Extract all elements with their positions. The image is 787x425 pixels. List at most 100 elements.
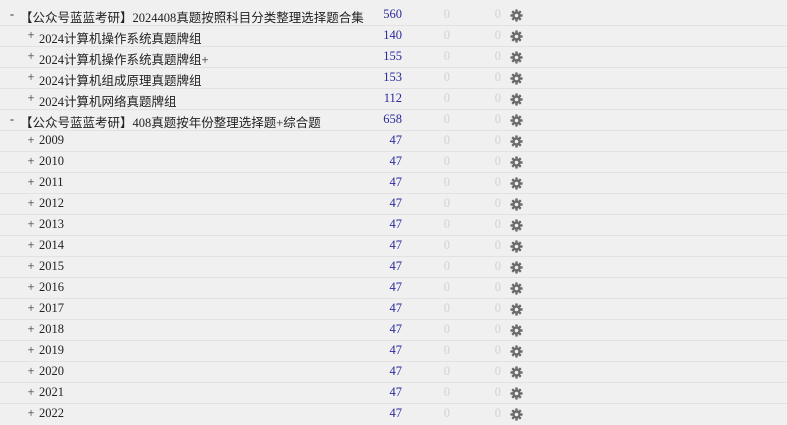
due-count[interactable]: 0 [481, 259, 501, 274]
collapse-toggle[interactable]: + [26, 343, 36, 358]
deck-name[interactable]: 2019 [39, 343, 64, 358]
collapse-toggle[interactable]: + [26, 133, 36, 148]
deck-name[interactable]: 2009 [39, 133, 64, 148]
new-count[interactable]: 47 [362, 217, 403, 232]
deck-name[interactable]: 2024计算机操作系统真题牌组+ [39, 49, 209, 68]
collapse-toggle[interactable]: + [26, 217, 36, 232]
collapse-toggle[interactable]: + [26, 175, 36, 190]
gear-icon[interactable] [510, 72, 523, 85]
deck-name[interactable]: 2018 [39, 322, 64, 337]
deck-name[interactable]: 2021 [39, 385, 64, 400]
deck-name[interactable]: 2011 [39, 175, 64, 190]
gear-icon[interactable] [510, 324, 523, 337]
collapse-toggle[interactable]: + [26, 70, 36, 85]
deck-name[interactable]: 2015 [39, 259, 64, 274]
learn-count[interactable]: 0 [430, 7, 450, 22]
new-count[interactable]: 47 [362, 385, 403, 400]
deck-name[interactable]: 2010 [39, 154, 64, 169]
collapse-toggle[interactable]: + [26, 259, 36, 274]
new-count[interactable]: 47 [362, 154, 403, 169]
gear-icon[interactable] [510, 261, 523, 274]
collapse-toggle[interactable]: + [26, 91, 36, 106]
due-count[interactable]: 0 [481, 280, 501, 295]
due-count[interactable]: 0 [481, 70, 501, 85]
due-count[interactable]: 0 [481, 406, 501, 421]
deck-name[interactable]: 【公众号蓝蓝考研】408真题按年份整理选择题+综合题 [20, 112, 321, 131]
gear-icon[interactable] [510, 156, 523, 169]
due-count[interactable]: 0 [481, 7, 501, 22]
due-count[interactable]: 0 [481, 154, 501, 169]
due-count[interactable]: 0 [481, 196, 501, 211]
deck-name[interactable]: 2020 [39, 364, 64, 379]
gear-icon[interactable] [510, 219, 523, 232]
learn-count[interactable]: 0 [430, 196, 450, 211]
new-count[interactable]: 47 [362, 322, 403, 337]
gear-icon[interactable] [510, 30, 523, 43]
new-count[interactable]: 47 [362, 343, 403, 358]
collapse-toggle[interactable]: + [26, 49, 36, 64]
due-count[interactable]: 0 [481, 343, 501, 358]
collapse-toggle[interactable]: + [26, 385, 36, 400]
deck-name[interactable]: 2013 [39, 217, 64, 232]
collapse-toggle[interactable]: + [26, 364, 36, 379]
gear-icon[interactable] [510, 408, 523, 421]
gear-icon[interactable] [510, 177, 523, 190]
collapse-toggle[interactable]: - [7, 112, 17, 127]
deck-name[interactable]: 2024计算机组成原理真题牌组 [39, 70, 202, 89]
collapse-toggle[interactable]: + [26, 280, 36, 295]
learn-count[interactable]: 0 [430, 133, 450, 148]
learn-count[interactable]: 0 [430, 91, 450, 106]
learn-count[interactable]: 0 [430, 175, 450, 190]
collapse-toggle[interactable]: + [26, 406, 36, 421]
gear-icon[interactable] [510, 51, 523, 64]
due-count[interactable]: 0 [481, 364, 501, 379]
due-count[interactable]: 0 [481, 238, 501, 253]
learn-count[interactable]: 0 [430, 259, 450, 274]
new-count[interactable]: 47 [362, 280, 403, 295]
due-count[interactable]: 0 [481, 175, 501, 190]
due-count[interactable]: 0 [481, 301, 501, 316]
gear-icon[interactable] [510, 114, 523, 127]
deck-name[interactable]: 2024计算机网络真题牌组 [39, 91, 177, 110]
learn-count[interactable]: 0 [430, 154, 450, 169]
gear-icon[interactable] [510, 387, 523, 400]
deck-name[interactable]: 2016 [39, 280, 64, 295]
deck-name[interactable]: 2014 [39, 238, 64, 253]
due-count[interactable]: 0 [481, 217, 501, 232]
collapse-toggle[interactable]: + [26, 301, 36, 316]
due-count[interactable]: 0 [481, 385, 501, 400]
learn-count[interactable]: 0 [430, 217, 450, 232]
deck-name[interactable]: 2024计算机操作系统真题牌组 [39, 28, 202, 47]
gear-icon[interactable] [510, 366, 523, 379]
learn-count[interactable]: 0 [430, 322, 450, 337]
learn-count[interactable]: 0 [430, 301, 450, 316]
due-count[interactable]: 0 [481, 49, 501, 64]
due-count[interactable]: 0 [481, 91, 501, 106]
deck-name[interactable]: 2017 [39, 301, 64, 316]
deck-name[interactable]: 2012 [39, 196, 64, 211]
due-count[interactable]: 0 [481, 112, 501, 127]
learn-count[interactable]: 0 [430, 343, 450, 358]
new-count[interactable]: 47 [362, 406, 403, 421]
new-count[interactable]: 47 [362, 175, 403, 190]
new-count[interactable]: 47 [362, 301, 403, 316]
learn-count[interactable]: 0 [430, 28, 450, 43]
collapse-toggle[interactable]: + [26, 28, 36, 43]
new-count[interactable]: 47 [362, 238, 403, 253]
learn-count[interactable]: 0 [430, 112, 450, 127]
new-count[interactable]: 47 [362, 133, 403, 148]
collapse-toggle[interactable]: - [7, 7, 17, 22]
collapse-toggle[interactable]: + [26, 322, 36, 337]
new-count[interactable]: 658 [362, 112, 402, 127]
new-count[interactable]: 112 [362, 91, 402, 106]
new-count[interactable]: 153 [362, 70, 402, 85]
due-count[interactable]: 0 [481, 133, 501, 148]
new-count[interactable]: 155 [362, 49, 402, 64]
new-count[interactable]: 140 [362, 28, 402, 43]
deck-name[interactable]: 2022 [39, 406, 64, 421]
learn-count[interactable]: 0 [430, 49, 450, 64]
gear-icon[interactable] [510, 198, 523, 211]
learn-count[interactable]: 0 [430, 406, 450, 421]
gear-icon[interactable] [510, 135, 523, 148]
collapse-toggle[interactable]: + [26, 196, 36, 211]
